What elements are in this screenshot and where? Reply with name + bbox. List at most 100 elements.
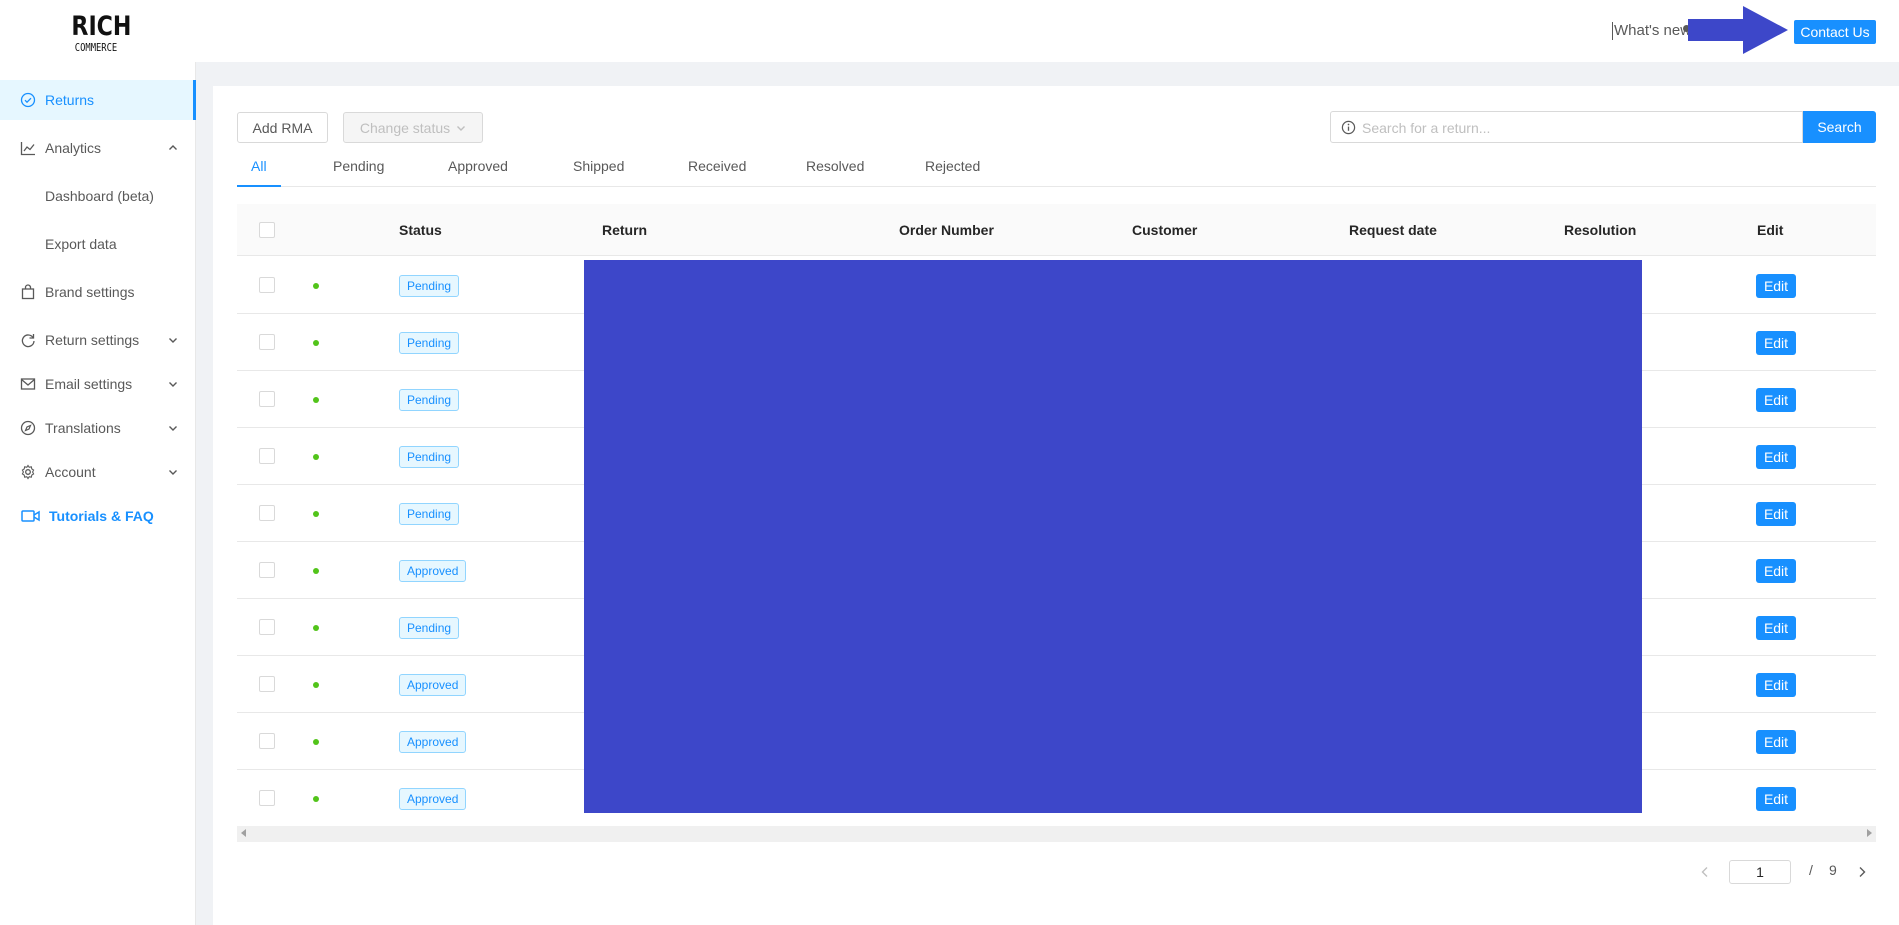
status-dot <box>313 739 319 745</box>
column-header-return[interactable]: Return <box>602 222 647 238</box>
next-page-icon[interactable] <box>1857 866 1867 878</box>
rich-commerce-logo[interactable]: RICH COMMERCE <box>66 11 132 61</box>
tab-shipped[interactable]: Shipped <box>573 158 624 187</box>
column-header-status[interactable]: Status <box>399 222 442 238</box>
column-header-edit: Edit <box>1757 222 1784 238</box>
previous-page-icon[interactable] <box>1700 866 1710 878</box>
shopping-bag-icon <box>21 284 35 300</box>
sidebar-item-account[interactable]: Account <box>0 452 196 492</box>
redaction-block <box>584 260 1642 813</box>
status-dot <box>313 283 319 289</box>
sidebar-item-label: Return settings <box>45 332 140 348</box>
tab-rejected[interactable]: Rejected <box>925 158 980 187</box>
column-header-resolution[interactable]: Resolution <box>1564 222 1636 238</box>
edit-button[interactable]: Edit <box>1756 502 1796 526</box>
status-badge: Pending <box>399 446 460 468</box>
chevron-down-icon <box>457 125 466 131</box>
change-status-label: Change status <box>359 119 451 136</box>
status-badge: Approved <box>399 731 467 753</box>
status-badge: Pending <box>399 275 460 297</box>
edit-button[interactable]: Edit <box>1756 388 1796 412</box>
edit-button[interactable]: Edit <box>1756 616 1796 640</box>
arrow-annotation-icon <box>1688 6 1788 54</box>
row-checkbox[interactable] <box>259 277 275 293</box>
tab-received[interactable]: Received <box>688 158 746 187</box>
scroll-left-arrow-icon[interactable] <box>241 829 246 837</box>
select-all-checkbox[interactable] <box>259 222 275 238</box>
status-dot <box>313 625 319 631</box>
horizontal-scrollbar[interactable] <box>237 826 1876 842</box>
search-field[interactable] <box>1330 111 1803 143</box>
tab-resolved[interactable]: Resolved <box>806 158 864 187</box>
status-dot <box>313 454 319 460</box>
gear-icon <box>21 464 35 480</box>
status-dot <box>313 397 319 403</box>
row-checkbox[interactable] <box>259 619 275 635</box>
row-checkbox[interactable] <box>259 562 275 578</box>
status-badge: Pending <box>399 503 460 525</box>
search-button[interactable]: Search <box>1803 111 1876 143</box>
status-badge: Approved <box>399 788 467 810</box>
row-checkbox[interactable] <box>259 505 275 521</box>
edit-button[interactable]: Edit <box>1756 730 1796 754</box>
edit-button[interactable]: Edit <box>1756 559 1796 583</box>
sidebar-item-label: Analytics <box>45 140 102 156</box>
row-checkbox[interactable] <box>259 448 275 464</box>
line-chart-icon <box>20 142 35 156</box>
sidebar-item-analytics[interactable]: Analytics <box>0 128 196 168</box>
whats-new-link[interactable]: What's new <box>1612 22 1691 40</box>
status-badge: Pending <box>399 617 460 639</box>
column-header-customer[interactable]: Customer <box>1132 222 1197 238</box>
status-badge: Pending <box>399 389 460 411</box>
page-total: 9 <box>1829 862 1837 878</box>
sidebar-item-export-data[interactable]: Export data <box>0 224 196 264</box>
mail-icon <box>20 378 36 390</box>
column-header-request-date[interactable]: Request date <box>1349 222 1437 238</box>
edit-button[interactable]: Edit <box>1756 274 1796 298</box>
chevron-down-icon <box>169 382 177 387</box>
row-checkbox[interactable] <box>259 790 275 806</box>
column-header-order-number[interactable]: Order Number <box>899 222 994 238</box>
search-input[interactable] <box>1362 118 1792 138</box>
sidebar-item-email-settings[interactable]: Email settings <box>0 364 196 404</box>
sidebar-item-label: Brand settings <box>45 284 135 300</box>
sidebar-item-returns[interactable]: Returns <box>0 80 196 120</box>
video-camera-icon <box>21 510 40 522</box>
sidebar-item-label: Email settings <box>45 376 133 392</box>
row-checkbox[interactable] <box>259 676 275 692</box>
sidebar-item-brand-settings[interactable]: Brand settings <box>0 272 196 312</box>
logo-text-line1: RICH <box>71 11 132 42</box>
status-dot <box>313 568 319 574</box>
edit-button[interactable]: Edit <box>1756 445 1796 469</box>
row-checkbox[interactable] <box>259 334 275 350</box>
sidebar-item-dashboard[interactable]: Dashboard (beta) <box>0 176 196 216</box>
check-circle-icon <box>20 92 36 108</box>
sidebar-item-label: Account <box>45 464 96 480</box>
add-rma-button[interactable]: Add RMA <box>237 112 328 143</box>
edit-button[interactable]: Edit <box>1756 787 1796 811</box>
info-circle-icon <box>1341 120 1356 135</box>
contact-us-button[interactable]: Contact Us <box>1794 20 1876 44</box>
row-checkbox[interactable] <box>259 391 275 407</box>
sidebar-item-label: Tutorials & FAQ <box>49 508 154 524</box>
row-checkbox[interactable] <box>259 733 275 749</box>
tab-pending[interactable]: Pending <box>333 158 384 187</box>
top-header: RICH COMMERCE What's new Contact Us <box>0 0 1899 62</box>
sidebar-item-return-settings[interactable]: Return settings <box>0 320 196 360</box>
compass-icon <box>20 420 36 436</box>
sidebar-item-translations[interactable]: Translations <box>0 408 196 448</box>
tab-approved[interactable]: Approved <box>448 158 508 187</box>
edit-button[interactable]: Edit <box>1756 331 1796 355</box>
edit-button[interactable]: Edit <box>1756 673 1796 697</box>
change-status-button[interactable]: Change status <box>343 112 483 143</box>
logo-text-line2: COMMERCE <box>74 41 118 54</box>
page-number-input[interactable]: 1 <box>1729 860 1791 884</box>
status-dot <box>313 682 319 688</box>
tab-all[interactable]: All <box>237 158 281 187</box>
sidebar-item-tutorials-faq[interactable]: Tutorials & FAQ <box>0 496 196 536</box>
status-badge: Approved <box>399 560 467 582</box>
redo-icon <box>21 334 35 348</box>
status-badge: Pending <box>399 332 460 354</box>
scroll-right-arrow-icon[interactable] <box>1867 829 1872 837</box>
status-dot <box>313 511 319 517</box>
